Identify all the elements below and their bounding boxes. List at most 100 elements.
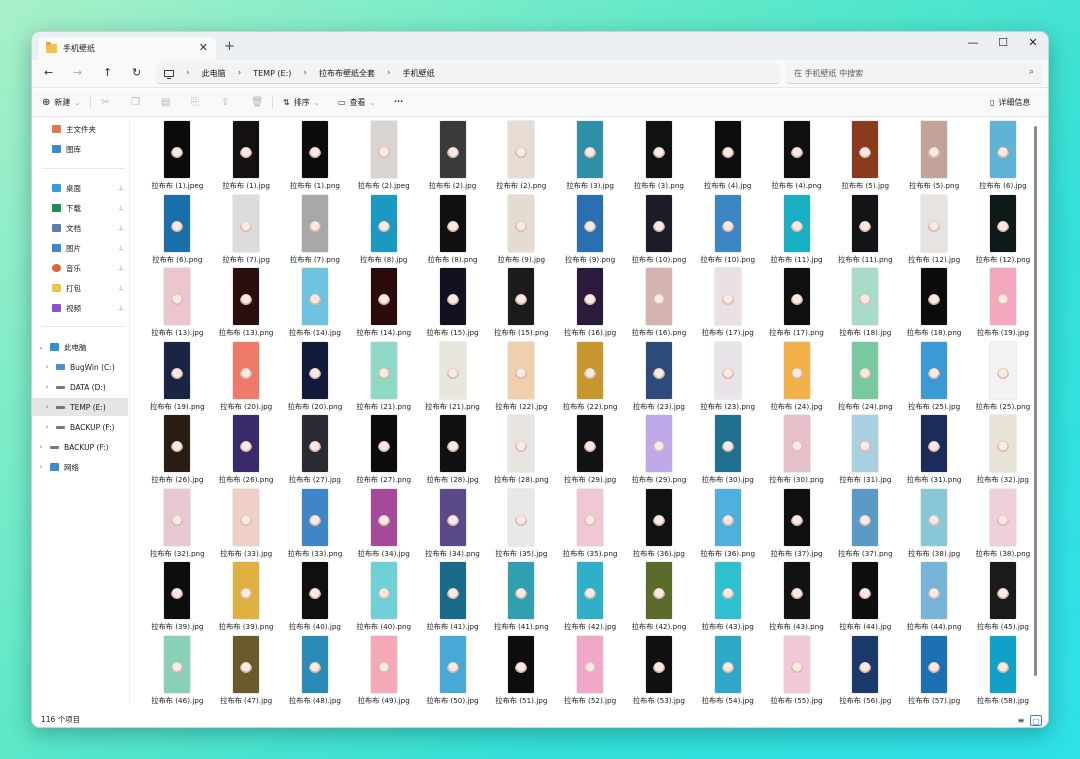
file-item[interactable]: 拉布布 (31).jpg xyxy=(831,415,900,489)
share-button[interactable]: ⇪ xyxy=(221,97,229,108)
file-item[interactable]: 拉布布 (14).png xyxy=(349,268,418,342)
file-item[interactable]: 拉布布 (40).png xyxy=(349,562,418,636)
file-item[interactable]: 拉布布 (18).png xyxy=(900,268,969,342)
file-item[interactable]: 拉布布 (41).jpg xyxy=(418,562,487,636)
file-item[interactable]: 拉布布 (34).png xyxy=(418,488,487,563)
file-item[interactable]: 拉布布 (12).png xyxy=(969,194,1038,269)
file-item[interactable]: 拉布布 (17).jpg xyxy=(693,268,762,342)
file-item[interactable]: 拉布布 (35).jpg xyxy=(487,488,556,563)
sidebar-item-pack[interactable]: 打包 ⊥ xyxy=(32,279,128,297)
breadcrumb-this-pc[interactable]: 此电脑 xyxy=(202,68,226,79)
file-item[interactable]: 拉布布 (1).jpg xyxy=(212,121,281,195)
sidebar-item-this-pc[interactable]: ⌄ 此电脑 xyxy=(32,338,128,356)
file-item[interactable]: 拉布布 (44).png xyxy=(900,562,969,636)
file-item[interactable]: 拉布布 (24).jpg xyxy=(762,341,831,416)
file-item[interactable]: 拉布布 (3).png xyxy=(625,121,694,195)
file-item[interactable]: 拉布布 (58).jpg xyxy=(969,635,1038,710)
sort-button[interactable]: ⇅ 排序 ⌄ xyxy=(283,97,320,108)
file-item[interactable]: 拉布布 (4).jpg xyxy=(693,121,762,195)
details-view-button[interactable]: ≡ xyxy=(1015,715,1027,726)
file-item[interactable]: 拉布布 (2).jpg xyxy=(418,121,487,195)
file-item[interactable]: 拉布布 (42).jpg xyxy=(556,562,625,636)
file-item[interactable]: 拉布布 (17).png xyxy=(762,268,831,342)
search-input[interactable]: 在 手机壁纸 中搜索 ⌕ xyxy=(786,63,1042,84)
file-item[interactable]: 拉布布 (35).png xyxy=(556,488,625,563)
sidebar-item-external-f[interactable]: › BACKUP (F:) xyxy=(32,438,128,456)
file-item[interactable]: 拉布布 (1).jpeg xyxy=(143,121,212,195)
file-item[interactable]: 拉布布 (20).jpg xyxy=(212,341,281,416)
file-item[interactable]: 拉布布 (14).jpg xyxy=(281,268,350,342)
file-item[interactable]: 拉布布 (21).png xyxy=(418,341,487,416)
minimize-button[interactable]: — xyxy=(958,32,988,52)
chevron-down-icon[interactable]: ⌄ xyxy=(36,343,46,351)
close-tab-icon[interactable]: ✕ xyxy=(199,41,208,54)
file-item[interactable]: 拉布布 (30).jpg xyxy=(693,415,762,489)
cut-button[interactable]: ✂ xyxy=(101,97,109,108)
back-button[interactable]: ← xyxy=(44,66,53,79)
chevron-right-icon[interactable]: › xyxy=(36,463,46,471)
file-item[interactable]: 拉布布 (21).png xyxy=(349,341,418,416)
file-item[interactable]: 拉布布 (10).png xyxy=(693,194,762,269)
file-item[interactable]: 拉布布 (25).jpg xyxy=(900,341,969,416)
file-item[interactable]: 拉布布 (32).jpg xyxy=(969,415,1038,489)
file-item[interactable]: 拉布布 (28).jpg xyxy=(418,415,487,489)
chevron-right-icon[interactable]: › xyxy=(42,383,52,391)
sidebar-item-pictures[interactable]: 图片 ⊥ xyxy=(32,239,128,257)
maximize-button[interactable]: ☐ xyxy=(988,32,1018,52)
file-item[interactable]: 拉布布 (34).jpg xyxy=(349,488,418,563)
file-item[interactable]: 拉布布 (39).png xyxy=(212,562,281,636)
file-item[interactable]: 拉布布 (38).jpg xyxy=(900,488,969,563)
forward-button[interactable]: → xyxy=(73,66,82,79)
delete-button[interactable]: 🗑 xyxy=(251,97,264,108)
new-tab-button[interactable]: + xyxy=(224,39,235,54)
more-options-button[interactable]: ··· xyxy=(394,97,403,106)
view-button[interactable]: ▭ 查看 ⌄ xyxy=(338,97,375,108)
file-item[interactable]: 拉布布 (25).png xyxy=(969,341,1038,416)
file-item[interactable]: 拉布布 (28).png xyxy=(487,415,556,489)
file-item[interactable]: 拉布布 (53).jpg xyxy=(625,635,694,710)
file-item[interactable]: 拉布布 (31).png xyxy=(900,415,969,489)
file-item[interactable]: 拉布布 (15).png xyxy=(487,268,556,342)
sidebar-item-videos[interactable]: 视频 ⊥ xyxy=(32,299,128,317)
file-item[interactable]: 拉布布 (6).jpg xyxy=(969,121,1038,195)
sidebar-item-home[interactable]: 主文件夹 xyxy=(32,120,128,138)
details-pane-button[interactable]: ▯ 详细信息 xyxy=(990,97,1030,108)
file-item[interactable]: 拉布布 (37).jpg xyxy=(762,488,831,563)
chevron-right-icon[interactable]: › xyxy=(42,423,52,431)
file-item[interactable]: 拉布布 (12).jpg xyxy=(900,194,969,269)
file-item[interactable]: 拉布布 (50).jpg xyxy=(418,635,487,710)
file-item[interactable]: 拉布布 (5).jpg xyxy=(831,121,900,195)
file-item[interactable]: 拉布布 (23).png xyxy=(693,341,762,416)
file-item[interactable]: 拉布布 (52).jpg xyxy=(556,635,625,710)
chevron-right-icon[interactable]: › xyxy=(42,363,52,371)
file-item[interactable]: 拉布布 (46).jpg xyxy=(143,635,212,710)
file-item[interactable]: 拉布布 (32).png xyxy=(143,488,212,563)
file-item[interactable]: 拉布布 (37).png xyxy=(831,488,900,563)
address-bar[interactable]: › 此电脑 › TEMP (E:) › 拉布布壁纸全套 › 手机壁纸 xyxy=(156,63,780,84)
file-item[interactable]: 拉布布 (39).jpg xyxy=(143,562,212,636)
vertical-scrollbar[interactable] xyxy=(1034,126,1037,676)
sidebar-item-downloads[interactable]: 下载 ⊥ xyxy=(32,199,128,217)
breadcrumb-wallpaper-set[interactable]: 拉布布壁纸全套 xyxy=(319,68,375,79)
file-item[interactable]: 拉布布 (4).png xyxy=(762,121,831,195)
sidebar-item-network[interactable]: › 网络 xyxy=(32,458,128,476)
refresh-button[interactable]: ↻ xyxy=(132,66,141,79)
file-item[interactable]: 拉布布 (55).jpg xyxy=(762,635,831,710)
file-item[interactable]: 拉布布 (41).png xyxy=(487,562,556,636)
sidebar-item-drive-c[interactable]: › BugWin (C:) xyxy=(32,358,128,376)
file-item[interactable]: 拉布布 (8).png xyxy=(418,194,487,269)
file-item[interactable]: 拉布布 (6).png xyxy=(143,194,212,269)
file-item[interactable]: 拉布布 (36).png xyxy=(693,488,762,563)
file-item[interactable]: 拉布布 (27).png xyxy=(349,415,418,489)
large-icons-view-button[interactable]: ▢ xyxy=(1030,715,1042,726)
file-item[interactable]: 拉布布 (19).jpg xyxy=(969,268,1038,342)
file-item[interactable]: 拉布布 (29).png xyxy=(625,415,694,489)
file-item[interactable]: 拉布布 (5).png xyxy=(900,121,969,195)
file-item[interactable]: 拉布布 (2).jpeg xyxy=(349,121,418,195)
close-button[interactable]: ✕ xyxy=(1018,32,1048,52)
file-item[interactable]: 拉布布 (11).png xyxy=(831,194,900,269)
file-item[interactable]: 拉布布 (7).jpg xyxy=(212,194,281,269)
rename-button[interactable]: ⎘ xyxy=(191,97,199,108)
file-item[interactable]: 拉布布 (18).jpg xyxy=(831,268,900,342)
file-item[interactable]: 拉布布 (15).jpg xyxy=(418,268,487,342)
